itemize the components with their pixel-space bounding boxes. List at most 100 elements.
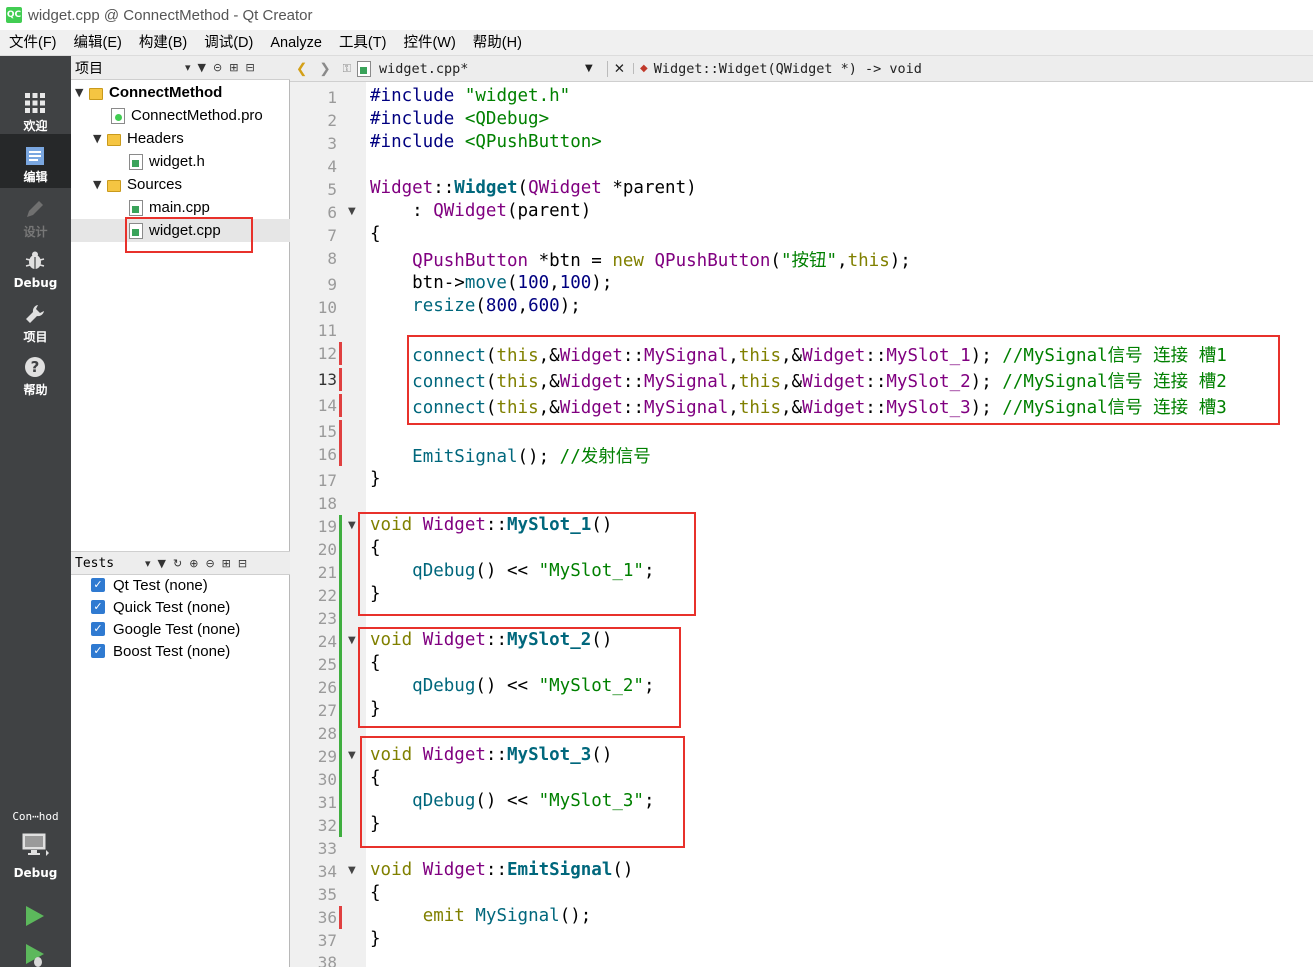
- close-pane-icon[interactable]: ⊟: [238, 557, 247, 570]
- menu-build[interactable]: 构建(B): [130, 30, 195, 56]
- line-number[interactable]: 11: [290, 321, 337, 340]
- link-icon[interactable]: ⊝: [213, 61, 222, 74]
- test-item[interactable]: ✓ Google Test (none): [91, 618, 240, 640]
- menu-file[interactable]: 文件(F): [0, 30, 65, 56]
- tree-item-headers[interactable]: ▼ Headers: [71, 127, 290, 150]
- code-line[interactable]: #include <QDebug>: [370, 109, 549, 129]
- line-number[interactable]: 10: [290, 298, 337, 317]
- line-number[interactable]: 9: [290, 275, 337, 294]
- mode-welcome[interactable]: 欢迎: [0, 88, 71, 140]
- line-number[interactable]: 38: [290, 953, 337, 967]
- run-button[interactable]: [0, 900, 71, 936]
- tests-pane-title[interactable]: Tests: [75, 556, 145, 571]
- line-number[interactable]: 7: [290, 226, 337, 245]
- line-number[interactable]: 24: [290, 632, 337, 651]
- open-document-combo[interactable]: widget.cpp*: [379, 61, 585, 77]
- mode-edit[interactable]: 编辑: [0, 134, 71, 188]
- menu-help[interactable]: 帮助(H): [464, 30, 530, 56]
- code-line[interactable]: void Widget::EmitSignal(): [370, 860, 633, 880]
- forward-arrow-icon[interactable]: ❯: [319, 61, 330, 77]
- expand-arrow-icon[interactable]: ▼: [93, 178, 107, 191]
- code-line[interactable]: #include "widget.h": [370, 86, 570, 106]
- run-tests-icon[interactable]: ↻: [173, 557, 182, 570]
- chevron-down-icon[interactable]: ▼: [585, 63, 593, 74]
- fold-marker-icon[interactable]: ▼: [348, 750, 356, 761]
- filter-icon[interactable]: ▼: [158, 557, 166, 570]
- menu-tools[interactable]: 工具(T): [330, 30, 395, 56]
- tree-item-main-cpp[interactable]: main.cpp: [71, 196, 290, 219]
- code-line[interactable]: : QWidget(parent): [370, 201, 591, 221]
- line-number[interactable]: 27: [290, 701, 337, 720]
- code-line[interactable]: QPushButton *btn = new QPushButton("按钮",…: [370, 247, 911, 272]
- line-number[interactable]: 35: [290, 885, 337, 904]
- code-line[interactable]: btn->move(100,100);: [370, 273, 612, 293]
- line-number[interactable]: 36: [290, 908, 337, 927]
- test-item[interactable]: ✓ Boost Test (none): [91, 640, 230, 662]
- expand-arrow-icon[interactable]: ▼: [75, 86, 89, 99]
- line-number[interactable]: 12: [290, 344, 337, 363]
- checkbox-checked-icon[interactable]: ✓: [91, 644, 105, 658]
- debug-run-button[interactable]: [0, 938, 71, 967]
- code-line[interactable]: }: [370, 929, 381, 949]
- tree-item-pro-file[interactable]: ConnectMethod.pro: [71, 104, 290, 127]
- line-number[interactable]: 21: [290, 563, 337, 582]
- line-number[interactable]: 37: [290, 931, 337, 950]
- line-number[interactable]: 33: [290, 839, 337, 858]
- test-item[interactable]: ✓ Qt Test (none): [91, 574, 208, 596]
- line-number[interactable]: 13: [290, 370, 337, 389]
- code-line[interactable]: {: [370, 224, 381, 244]
- fold-marker-icon[interactable]: ▼: [348, 520, 356, 531]
- line-number[interactable]: 23: [290, 609, 337, 628]
- mode-projects[interactable]: 项目: [0, 299, 71, 351]
- line-number[interactable]: 28: [290, 724, 337, 743]
- code-line[interactable]: Widget::Widget(QWidget *parent): [370, 178, 697, 198]
- expand-all-icon[interactable]: ⊕: [189, 557, 198, 570]
- fold-marker-icon[interactable]: ▼: [348, 206, 356, 217]
- menu-controls[interactable]: 控件(W): [394, 30, 463, 56]
- line-number[interactable]: 20: [290, 540, 337, 559]
- checkbox-checked-icon[interactable]: ✓: [91, 578, 105, 592]
- line-number[interactable]: 15: [290, 422, 337, 441]
- line-number[interactable]: 17: [290, 471, 337, 490]
- line-number[interactable]: 16: [290, 445, 337, 464]
- line-number[interactable]: 8: [290, 249, 337, 268]
- line-number[interactable]: 14: [290, 396, 337, 415]
- mode-design[interactable]: 设计: [0, 194, 71, 246]
- tree-item-sources[interactable]: ▼ Sources: [71, 173, 290, 196]
- close-pane-icon[interactable]: ⊟: [245, 61, 254, 74]
- checkbox-checked-icon[interactable]: ✓: [91, 622, 105, 636]
- tree-item-widget-h[interactable]: widget.h: [71, 150, 290, 173]
- line-number[interactable]: 3: [290, 134, 337, 153]
- line-number[interactable]: 25: [290, 655, 337, 674]
- chevron-down-icon[interactable]: ▾: [185, 61, 191, 74]
- line-number[interactable]: 19: [290, 517, 337, 536]
- line-number[interactable]: 5: [290, 180, 337, 199]
- code-line[interactable]: resize(800,600);: [370, 296, 581, 316]
- code-line[interactable]: #include <QPushButton>: [370, 132, 602, 152]
- code-line[interactable]: {: [370, 883, 381, 903]
- expand-arrow-icon[interactable]: ▼: [93, 132, 107, 145]
- fold-marker-icon[interactable]: ▼: [348, 635, 356, 646]
- code-line[interactable]: }: [370, 469, 381, 489]
- mode-debug[interactable]: Debug: [0, 246, 71, 298]
- menu-debug[interactable]: 调试(D): [195, 30, 261, 56]
- line-number[interactable]: 22: [290, 586, 337, 605]
- line-number[interactable]: 31: [290, 793, 337, 812]
- symbol-combo[interactable]: Widget::Widget(QWidget *) -> void: [654, 61, 922, 77]
- code-line[interactable]: EmitSignal(); //发射信号: [370, 443, 651, 468]
- chevron-down-icon[interactable]: ▾: [145, 557, 151, 570]
- checkbox-checked-icon[interactable]: ✓: [91, 600, 105, 614]
- split-icon[interactable]: ⊞: [229, 61, 238, 74]
- line-number[interactable]: 2: [290, 111, 337, 130]
- mode-help[interactable]: ? 帮助: [0, 352, 71, 404]
- kit-selector[interactable]: Debug: [0, 830, 71, 886]
- line-number[interactable]: 4: [290, 157, 337, 176]
- projects-pane-title[interactable]: 项目: [75, 58, 185, 78]
- code-line[interactable]: emit MySignal();: [370, 906, 592, 926]
- line-number[interactable]: 6: [290, 203, 337, 222]
- fold-marker-icon[interactable]: ▼: [348, 865, 356, 876]
- line-number[interactable]: 29: [290, 747, 337, 766]
- close-document-icon[interactable]: ✕: [606, 60, 625, 77]
- back-arrow-icon[interactable]: ❮: [296, 61, 307, 77]
- menu-edit[interactable]: 编辑(E): [65, 30, 130, 56]
